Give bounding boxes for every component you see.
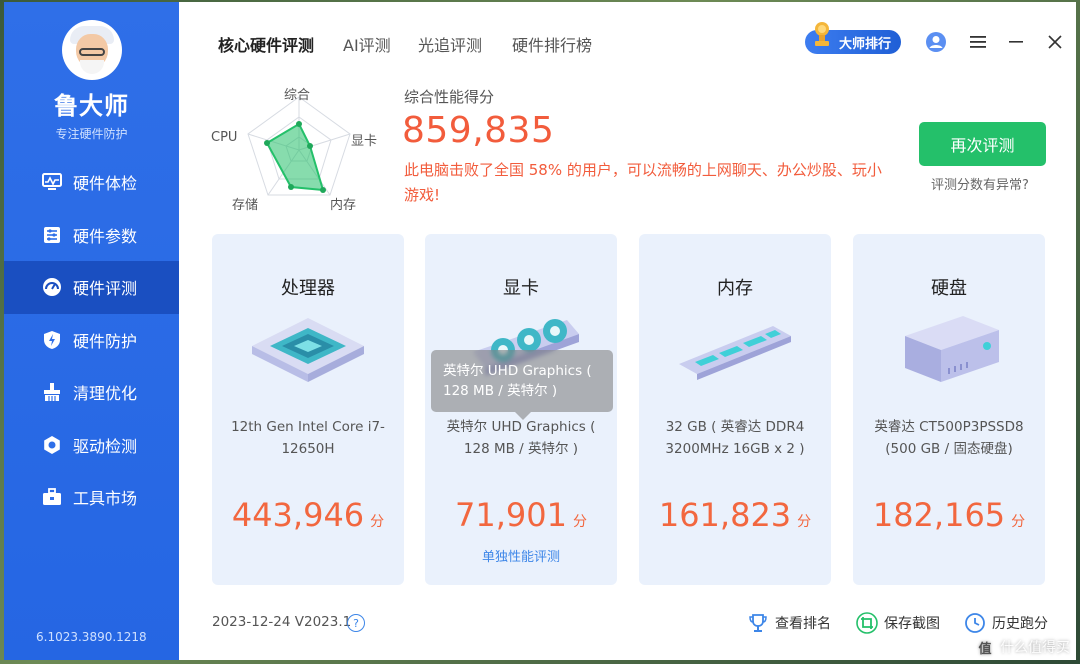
sidebar-item-label: 硬件评测 [73, 279, 138, 299]
sidebar-item-cleanup[interactable]: 清理优化 [4, 366, 179, 419]
menu-icon[interactable] [966, 30, 990, 54]
card-score: 161,823 分 [639, 496, 831, 534]
save-screenshot-button[interactable]: 保存截图 [856, 612, 940, 634]
radar-label-gpu: 显卡 [351, 134, 378, 149]
sidebar-item-tool-market[interactable]: 工具市场 [4, 471, 179, 524]
score-unit: 分 [1011, 514, 1026, 530]
shield-bolt-icon [42, 330, 62, 350]
broom-icon [42, 382, 62, 402]
card-description: 12th Gen Intel Core i7-12650H [231, 419, 385, 457]
card-description: 32 GB ( 英睿达 DDR4 3200MHz 16GB x 2 ) [665, 419, 805, 457]
card-title: 处理器 [281, 278, 335, 299]
sidebar-nav: 硬件体检 硬件参数 硬件评测 硬件防护 清理优化 驱动检测 工具市场 [4, 156, 179, 524]
overall-score-description: 此电脑击败了全国 58% 的用户，可以流畅的上网聊天、办公炒股、玩小游戏! [404, 161, 882, 204]
crop-icon [856, 612, 878, 634]
card-score: 71,901 分 [425, 496, 617, 534]
cpu-chip-icon [242, 312, 374, 394]
score-number: 161,823 [658, 496, 792, 534]
sidebar: 鲁大师 专注硬件防护 硬件体检 硬件参数 硬件评测 硬件防护 清理优化 驱动检测… [4, 2, 179, 660]
watermark-text: 什么值得买 [1000, 640, 1070, 656]
history-score-button[interactable]: 历史跑分 [964, 612, 1048, 634]
overall-score-title: 综合性能得分 [404, 88, 495, 106]
gpu-name-tooltip: 英特尔 UHD Graphics ( 128 MB / 英特尔 ) [431, 350, 613, 420]
minimize-icon[interactable] [1004, 30, 1028, 54]
score-number: 443,946 [231, 496, 365, 534]
memory-module-icon [669, 312, 801, 394]
sidebar-item-hardware-params[interactable]: 硬件参数 [4, 209, 179, 262]
card-description: 英特尔 UHD Graphics ( 128 MB / 英特尔 ) [446, 419, 596, 457]
sidebar-item-hardware-protect[interactable]: 硬件防护 [4, 314, 179, 367]
disk-card: 硬盘 英睿达 CT500P3PSSD8 (500 GB / 固态硬盘) 182,… [853, 234, 1045, 585]
score-unit: 分 [370, 514, 385, 530]
score-number: 71,901 [455, 496, 567, 534]
radar-label-cpu: CPU [211, 130, 238, 145]
tab-core-benchmark[interactable]: 核心硬件评测 [218, 32, 314, 56]
sidebar-item-label: 清理优化 [73, 384, 138, 404]
score-anomaly-link[interactable]: 评测分数有异常? [931, 174, 1029, 193]
history-score-label: 历史跑分 [992, 616, 1048, 632]
watermark-logo-icon: 值 [974, 636, 996, 658]
score-unit: 分 [797, 514, 812, 530]
performance-radar-chart: 综合 CPU 显卡 存储 内存 [209, 84, 389, 214]
brand-name: 鲁大师 [54, 92, 129, 120]
logo: 鲁大师 专注硬件防护 [4, 20, 179, 142]
view-rank-label: 查看排名 [775, 616, 831, 632]
sidebar-item-driver-check[interactable]: 驱动检测 [4, 419, 179, 472]
sidebar-item-hardware-check[interactable]: 硬件体检 [4, 156, 179, 209]
toolbox-icon [42, 487, 62, 507]
benchmark-date-version: 2023-12-24 V2023.1 [212, 614, 352, 630]
card-title: 硬盘 [931, 278, 967, 299]
standalone-gpu-benchmark-link[interactable]: 单独性能评测 [425, 546, 617, 565]
watermark: 值 什么值得买 [974, 636, 1070, 658]
brand-subtitle: 专注硬件防护 [55, 127, 128, 141]
card-score: 443,946 分 [212, 496, 404, 534]
cpu-card: 处理器 12th Gen Intel Core i7-12650H 443,94… [212, 234, 404, 585]
sidebar-item-label: 硬件防护 [73, 331, 138, 351]
app-window: 鲁大师 专注硬件防护 硬件体检 硬件参数 硬件评测 硬件防护 清理优化 驱动检测… [4, 2, 1076, 660]
sidebar-item-label: 硬件参数 [73, 226, 138, 246]
master-rank-button[interactable]: 大师排行 [805, 22, 901, 54]
mascot-logo-icon [61, 20, 122, 80]
overall-score-value: 859,835 [402, 110, 555, 151]
close-icon[interactable] [1043, 30, 1067, 54]
sidebar-item-label: 工具市场 [73, 489, 138, 509]
master-rank-label: 大师排行 [839, 36, 892, 52]
sliders-icon [42, 225, 62, 245]
clock-icon [964, 612, 986, 634]
top-bar: 核心硬件评测 AI评测 光追评测 硬件排行榜 大师排行 [179, 2, 1076, 80]
card-score: 182,165 分 [853, 496, 1045, 534]
speedometer-icon [42, 277, 62, 297]
sidebar-item-label: 驱动检测 [73, 436, 138, 456]
radar-label-memory: 内存 [330, 198, 357, 213]
memory-card: 内存 32 GB ( 英睿达 DDR4 3200MHz 16GB x 2 ) 1… [639, 234, 831, 585]
card-title: 显卡 [503, 278, 539, 299]
gear-icon [42, 435, 62, 455]
sidebar-item-hardware-benchmark[interactable]: 硬件评测 [4, 261, 179, 314]
card-title: 内存 [717, 278, 753, 299]
trophy-outline-icon [747, 612, 769, 634]
card-description: 英睿达 CT500P3PSSD8 (500 GB / 固态硬盘) [874, 419, 1024, 457]
retest-button[interactable]: 再次评测 [919, 122, 1046, 166]
tab-raytracing-benchmark[interactable]: 光追评测 [418, 32, 482, 56]
version-number: 6.1023.3890.1218 [36, 630, 147, 644]
sidebar-item-label: 硬件体检 [73, 174, 138, 194]
save-screenshot-label: 保存截图 [884, 616, 940, 632]
radar-label-storage: 存储 [232, 198, 259, 213]
hard-disk-icon [883, 312, 1015, 394]
user-avatar-icon[interactable] [924, 30, 948, 54]
main-panel: 核心硬件评测 AI评测 光追评测 硬件排行榜 大师排行 综合 CPU 显卡 存储… [179, 2, 1076, 660]
score-number: 182,165 [872, 496, 1006, 534]
score-unit: 分 [572, 514, 587, 530]
tab-hardware-ranking[interactable]: 硬件排行榜 [512, 32, 592, 56]
view-rank-button[interactable]: 查看排名 [747, 612, 831, 634]
help-icon[interactable]: ? [347, 614, 365, 632]
radar-label-overall: 综合 [284, 88, 311, 103]
tab-ai-benchmark[interactable]: AI评测 [343, 32, 391, 56]
monitor-pulse-icon [42, 172, 62, 192]
trophy-icon [809, 20, 835, 52]
